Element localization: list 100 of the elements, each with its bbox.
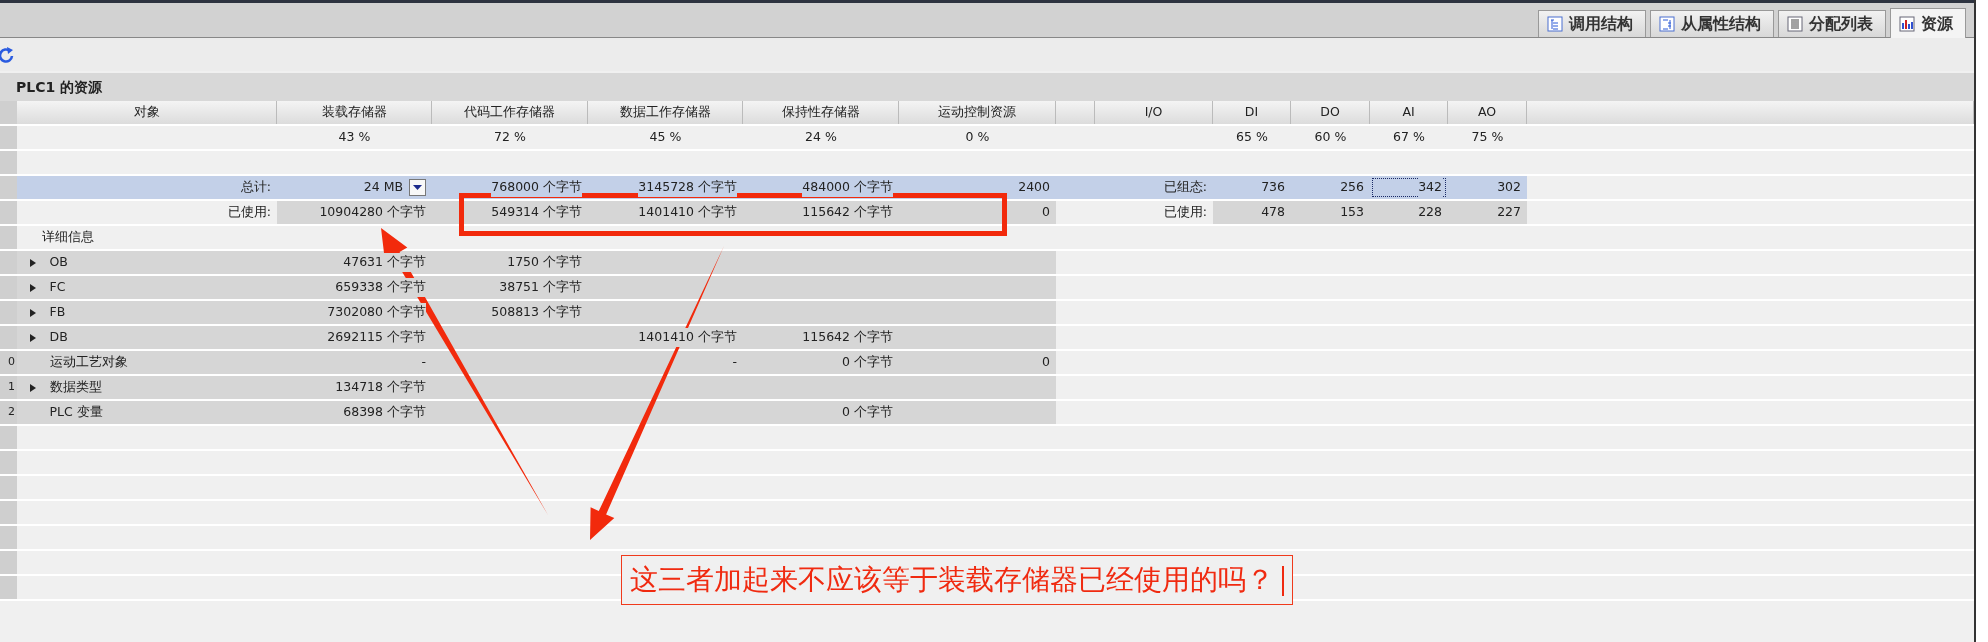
annotation-text: 这三者加起来不应该等于装载存储器已经使用的吗？ bbox=[621, 555, 1293, 606]
row-header[interactable]: 1 bbox=[0, 376, 17, 399]
table-cell: 484000 个字节 bbox=[743, 176, 899, 199]
tree-item[interactable]: 运动工艺对象 bbox=[49, 353, 128, 372]
table-cell: 47631 个字节 bbox=[277, 251, 432, 274]
table-cell: 736 bbox=[1213, 176, 1291, 199]
table-cell: 134718 个字节 bbox=[277, 376, 432, 399]
table-cell: 549314 个字节 bbox=[432, 201, 588, 224]
tab[interactable]: 资源 bbox=[1890, 8, 1966, 38]
row-header[interactable] bbox=[0, 326, 17, 349]
table-cell: 228 bbox=[1370, 201, 1448, 224]
row-header[interactable] bbox=[0, 201, 17, 224]
row-label: 已使用: bbox=[226, 203, 272, 222]
row-label: 已组态: bbox=[1095, 176, 1213, 199]
table-cell: 0 个字节 bbox=[743, 351, 899, 374]
table-cell-text: 72 % bbox=[493, 128, 527, 147]
column-header[interactable]: I/O bbox=[1095, 101, 1213, 124]
table-cell-text: 60 % bbox=[1313, 128, 1348, 147]
expand-icon[interactable] bbox=[29, 283, 36, 292]
column-header[interactable]: DO bbox=[1291, 101, 1370, 124]
expand-icon[interactable] bbox=[29, 333, 36, 342]
row-label: 总计: bbox=[17, 176, 277, 199]
table-cell: 659338 个字节 bbox=[277, 276, 432, 299]
row-header[interactable] bbox=[0, 276, 17, 299]
tree-item[interactable]: 数据类型 bbox=[49, 378, 102, 397]
table-cell: 0 个字节 bbox=[743, 401, 899, 424]
row-header[interactable]: 2 bbox=[0, 401, 17, 424]
table-cell-text: 0 % bbox=[964, 128, 991, 147]
table-cell: - bbox=[277, 351, 432, 374]
column-header[interactable]: AO bbox=[1448, 101, 1527, 124]
row-header[interactable] bbox=[0, 126, 17, 149]
row-header[interactable] bbox=[0, 551, 17, 574]
column-header[interactable]: 数据工作存储器 bbox=[588, 101, 743, 124]
table-cell: 38751 个字节 bbox=[432, 276, 588, 299]
row-header[interactable] bbox=[0, 151, 17, 174]
row-header[interactable] bbox=[0, 251, 17, 274]
table-cell: 68398 个字节 bbox=[277, 401, 432, 424]
tab[interactable]: 分配列表 bbox=[1778, 10, 1886, 37]
table-cell: 7302080 个字节 bbox=[277, 301, 432, 324]
expand-icon[interactable] bbox=[29, 383, 36, 392]
caret-icon bbox=[413, 185, 422, 190]
row-header[interactable] bbox=[0, 451, 17, 474]
tree-item[interactable]: OB bbox=[49, 253, 68, 272]
expand-icon[interactable] bbox=[29, 308, 36, 317]
tab[interactable]: 从属性结构 bbox=[1650, 10, 1774, 37]
table-cell-text: 67 % bbox=[1392, 128, 1426, 147]
column-header[interactable]: 装载存储器 bbox=[277, 101, 432, 124]
column-header[interactable]: 代码工作存储器 bbox=[432, 101, 588, 124]
table-cell-text: 65 % bbox=[1235, 128, 1269, 147]
refresh-icon[interactable] bbox=[0, 45, 14, 64]
row-label: 已使用: bbox=[1162, 203, 1208, 222]
column-header[interactable] bbox=[1056, 101, 1095, 124]
tree-icon bbox=[1547, 16, 1563, 32]
table-cell: 0 bbox=[899, 351, 1056, 374]
table-cell: 508813 个字节 bbox=[432, 301, 588, 324]
table-cell: 478 bbox=[1213, 201, 1291, 224]
list-icon bbox=[1787, 16, 1803, 32]
row-header[interactable] bbox=[0, 101, 17, 124]
row-header[interactable] bbox=[0, 426, 17, 449]
tree-item[interactable]: DB bbox=[49, 328, 68, 347]
row-header[interactable] bbox=[0, 526, 17, 549]
table-cell: 115642 个字节 bbox=[743, 201, 899, 224]
tree-item[interactable]: FC bbox=[49, 278, 66, 297]
column-header[interactable]: 运动控制资源 bbox=[899, 101, 1056, 124]
row-header[interactable] bbox=[0, 176, 17, 199]
column-header[interactable]: 保持性存储器 bbox=[743, 101, 899, 124]
dropdown-button[interactable] bbox=[409, 179, 426, 196]
row-header[interactable] bbox=[0, 476, 17, 499]
row-header[interactable] bbox=[0, 501, 17, 524]
table-cell: 342 bbox=[1370, 176, 1448, 199]
table-cell: 1750 个字节 bbox=[432, 251, 588, 274]
table-cell: 10904280 个字节 bbox=[277, 201, 432, 224]
table-cell: - bbox=[588, 351, 743, 374]
table-cell: 302 bbox=[1448, 176, 1527, 199]
table-cell: 3145728 个字节 bbox=[588, 176, 743, 199]
section-label: 详细信息 bbox=[40, 228, 94, 247]
tree-item[interactable]: PLC 变量 bbox=[49, 403, 103, 422]
row-header[interactable] bbox=[0, 226, 17, 249]
row-header[interactable] bbox=[0, 301, 17, 324]
table-cell: 768000 个字节 bbox=[432, 176, 588, 199]
row-header[interactable]: 0 bbox=[0, 351, 17, 374]
table-cell-text: 43 % bbox=[337, 128, 372, 147]
expand-icon[interactable] bbox=[29, 258, 36, 267]
panel-title: PLC1 的资源 bbox=[16, 77, 103, 97]
tree-item[interactable]: FB bbox=[49, 303, 66, 322]
table-cell: 227 bbox=[1448, 201, 1527, 224]
column-header[interactable]: 对象 bbox=[17, 101, 277, 124]
table-cell: 2692115 个字节 bbox=[277, 326, 432, 349]
table-cell-text: 24 % bbox=[804, 128, 838, 147]
table-cell: 256 bbox=[1291, 176, 1370, 199]
column-header[interactable]: AI bbox=[1370, 101, 1448, 124]
table-cell: 1401410 个字节 bbox=[588, 326, 743, 349]
tab[interactable]: 调用结构 bbox=[1538, 10, 1646, 37]
table-cell: 0 bbox=[899, 201, 1056, 224]
row-header[interactable] bbox=[0, 576, 17, 599]
tree-icon bbox=[1659, 16, 1675, 32]
column-header[interactable]: DI bbox=[1213, 101, 1291, 124]
table-cell-text: 75 % bbox=[1470, 128, 1505, 147]
bar-chart-icon bbox=[1899, 15, 1915, 32]
column-header[interactable] bbox=[1527, 101, 1974, 124]
